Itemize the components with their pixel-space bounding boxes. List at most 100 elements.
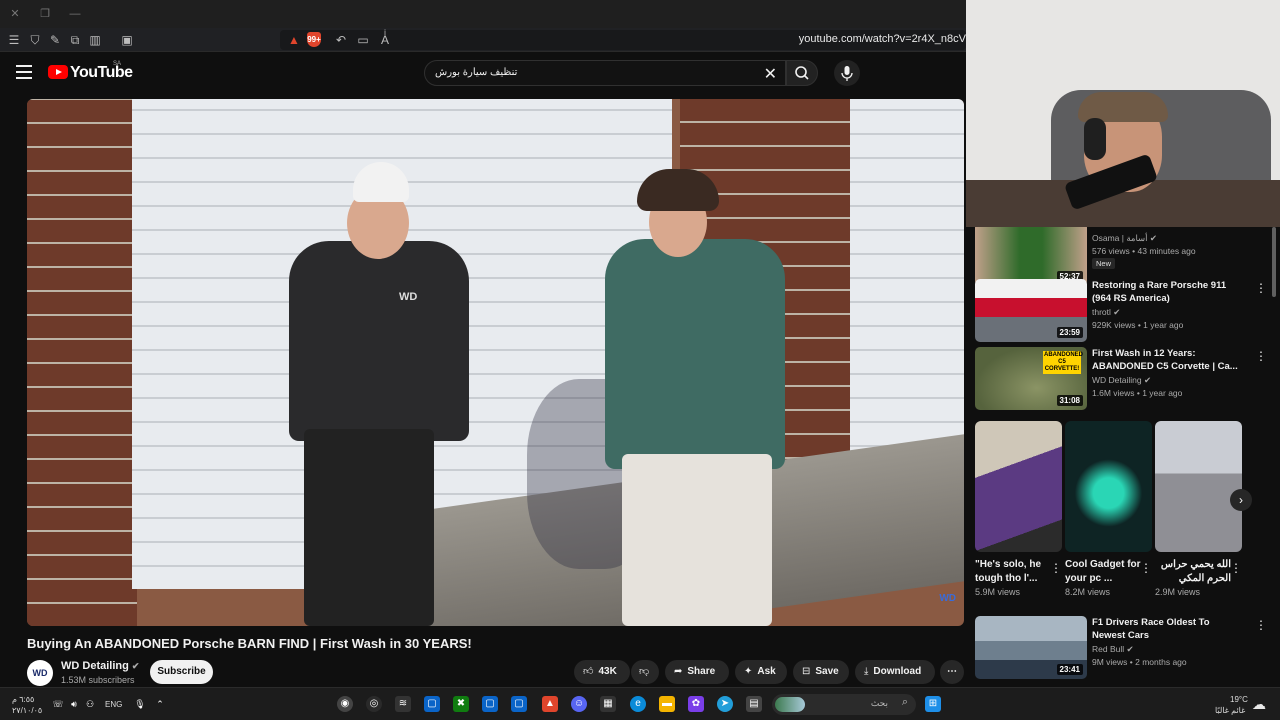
sparkle-icon: ✦ <box>744 666 753 677</box>
hamburger-menu-icon[interactable] <box>16 65 32 79</box>
translate-icon[interactable]: Aͥ <box>377 32 393 48</box>
video-thumbnail[interactable]: 23:41 <box>975 616 1087 679</box>
short-title[interactable]: Cool Gadget for your pc ... <box>1065 558 1141 586</box>
recommendation-item[interactable]: 52:37 Osama | أسامة ✔ 576 views • 43 min… <box>975 227 1271 287</box>
recommendation-item[interactable]: 23:41 F1 Drivers Race Oldest To Newest C… <box>975 616 1271 680</box>
more-options-icon[interactable]: ⋮ <box>1255 281 1267 295</box>
chat-icon[interactable]: ☏ <box>50 696 66 712</box>
youtube-logo-icon[interactable] <box>48 65 68 79</box>
tabs-icon[interactable]: ⧉ <box>67 32 83 48</box>
short-item[interactable]: الله يحمي حراس الحرم المكي قمة... 2.9M v… <box>1155 421 1242 597</box>
more-options-icon[interactable]: ⋮ <box>1230 561 1242 575</box>
like-button[interactable]: 👍︎ 43K <box>574 660 630 684</box>
obs-icon[interactable]: ◎ <box>366 696 382 712</box>
maximize-window-icon[interactable]: ❐ <box>38 7 52 21</box>
app-icon-12[interactable]: ✿ <box>688 696 704 712</box>
search-button[interactable] <box>786 60 818 86</box>
telegram-icon[interactable]: ➤ <box>717 696 733 712</box>
volume-icon[interactable]: 🔊︎ <box>66 696 82 712</box>
discord-icon[interactable]: ☺ <box>571 696 587 712</box>
xbox-icon[interactable]: ✖ <box>453 696 469 712</box>
more-options-icon[interactable]: ⋮ <box>1140 561 1152 575</box>
search-icon: ⌕ <box>901 696 908 708</box>
cast-icon[interactable]: ▭ <box>355 32 371 48</box>
channel-name[interactable]: WD Detailing ✔ <box>61 660 139 672</box>
save-button[interactable]: ⊟ Save <box>793 660 849 684</box>
window-icon-3[interactable]: ▢ <box>511 696 527 712</box>
short-title[interactable]: الله يحمي حراس الحرم المكي قمة... <box>1155 558 1231 586</box>
address-bar[interactable]: ▲ 99+ ↶ ▭ Aͥ youtube.com/watch?v=2r4X_n8… <box>280 30 966 50</box>
shorts-next-arrow-icon[interactable]: › <box>1230 489 1252 511</box>
video-thumbnail[interactable]: ABANDONED C5 CORVETTE! 31:08 <box>975 347 1087 410</box>
sidebar-icon[interactable]: ▥ <box>87 32 103 48</box>
video-player[interactable]: WD WD <box>27 99 964 626</box>
more-actions-button[interactable]: ⋯ <box>940 660 964 684</box>
network-icon[interactable]: ⚇ <box>82 696 98 712</box>
weather-condition[interactable]: غائم غالبًا <box>1215 706 1245 715</box>
brush-icon[interactable]: ✎ <box>47 32 63 48</box>
subscriber-count: 1.53M subscribers <box>61 675 135 685</box>
video-thumbnail[interactable]: 52:37 <box>975 227 1087 286</box>
ask-button[interactable]: ✦ Ask <box>735 660 787 684</box>
menu-icon[interactable]: ☰ <box>6 32 22 48</box>
short-thumbnail[interactable] <box>975 421 1062 552</box>
voice-search-button[interactable] <box>834 60 860 86</box>
short-title[interactable]: "He's solo, he tough tho l'... <box>975 558 1051 586</box>
reader-icon[interactable]: ▣ <box>119 32 135 48</box>
language-indicator[interactable]: ENG <box>105 700 122 709</box>
more-options-icon[interactable]: ⋮ <box>1255 349 1267 363</box>
share-button[interactable]: ➦ Share <box>665 660 729 684</box>
short-item[interactable]: "He's solo, he tough tho l'... 5.9M view… <box>975 421 1062 597</box>
undo-icon[interactable]: ↶ <box>333 32 349 48</box>
microphone-tray-icon[interactable]: 🎙︎ <box>132 696 148 712</box>
window-icon-2[interactable]: ▢ <box>482 696 498 712</box>
recommendation-title[interactable]: Restoring a Rare Porsche 911 (964 RS Ame… <box>1092 279 1242 305</box>
cloud-icon[interactable]: ☁ <box>1251 696 1267 712</box>
sidebar-scrollbar[interactable] <box>1272 227 1276 297</box>
clock-time[interactable]: ٦:٥٥ م <box>12 695 34 704</box>
video-thumbnail[interactable]: 23:59 <box>975 279 1087 342</box>
video-duration: 31:08 <box>1056 395 1083 406</box>
download-button[interactable]: ⤓ Download <box>855 660 935 684</box>
recommendation-item[interactable]: ABANDONED C5 CORVETTE! 31:08 First Wash … <box>975 347 1271 411</box>
recommendation-item[interactable]: 23:59 Restoring a Rare Porsche 911 (964 … <box>975 279 1271 343</box>
download-icon: ⤓ <box>864 666 869 677</box>
more-options-icon[interactable]: ⋮ <box>1050 561 1062 575</box>
like-count: 43K <box>598 666 617 677</box>
window-icon[interactable]: ▢ <box>424 696 440 712</box>
recommendation-title[interactable]: F1 Drivers Race Oldest To Newest Cars <box>1092 616 1242 642</box>
clock-date[interactable]: ٢٧/١٠/٠٥ <box>12 706 42 715</box>
minimize-window-icon[interactable]: — <box>68 7 82 21</box>
taskbar-search-input[interactable]: بحث ⌕ <box>772 694 916 715</box>
folder-icon[interactable]: ▬ <box>659 696 675 712</box>
channel-name-text[interactable]: WD Detailing <box>61 660 129 672</box>
close-window-icon[interactable]: ✕ <box>8 7 22 21</box>
shield-icon[interactable]: ⛉ <box>27 32 43 48</box>
chevron-up-icon[interactable]: ⌃ <box>152 696 168 712</box>
brave-shield-badge[interactable]: 99+ <box>307 32 321 47</box>
webcam-overlay <box>966 0 1280 227</box>
weather-temp[interactable]: 19°C <box>1230 695 1248 704</box>
more-options-icon[interactable]: ⋮ <box>1255 618 1267 632</box>
short-item[interactable]: Cool Gadget for your pc ... 8.2M views ⋮ <box>1065 421 1152 597</box>
search-input[interactable]: تنظيف سيارة بورش ✕ <box>424 60 786 86</box>
taskbar: ٦:٥٥ م ٢٧/١٠/٠٥ ☏ 🔊︎ ⚇ ENG 🎙︎ ⌃ ◉ ◎ ≋ ▢ … <box>0 687 1280 720</box>
channel-avatar[interactable]: WD <box>27 660 53 686</box>
store-icon[interactable]: ▦ <box>600 696 616 712</box>
short-thumbnail[interactable] <box>1065 421 1152 552</box>
brave-rewards-icon[interactable]: ▲ <box>286 32 302 48</box>
subscribe-button[interactable]: Subscribe <box>150 660 213 684</box>
brave-browser-icon[interactable]: ▲ <box>542 696 558 712</box>
recommendation-title[interactable]: First Wash in 12 Years: ABANDONED C5 Cor… <box>1092 347 1242 373</box>
app-icon-3[interactable]: ≋ <box>395 696 411 712</box>
clear-search-icon[interactable]: ✕ <box>764 64 777 84</box>
save-label: Save <box>815 666 839 677</box>
edge-icon[interactable]: e <box>630 696 646 712</box>
dislike-button[interactable]: 👎︎ <box>631 660 659 684</box>
app-icon-1[interactable]: ◉ <box>337 696 353 712</box>
verified-icon: ✔ <box>131 661 140 671</box>
short-thumbnail[interactable] <box>1155 421 1242 552</box>
app-icon-14[interactable]: ▤ <box>746 696 762 712</box>
youtube-logo-text[interactable]: YouTube <box>70 64 133 82</box>
start-windows-icon[interactable]: ⊞ <box>925 696 941 712</box>
